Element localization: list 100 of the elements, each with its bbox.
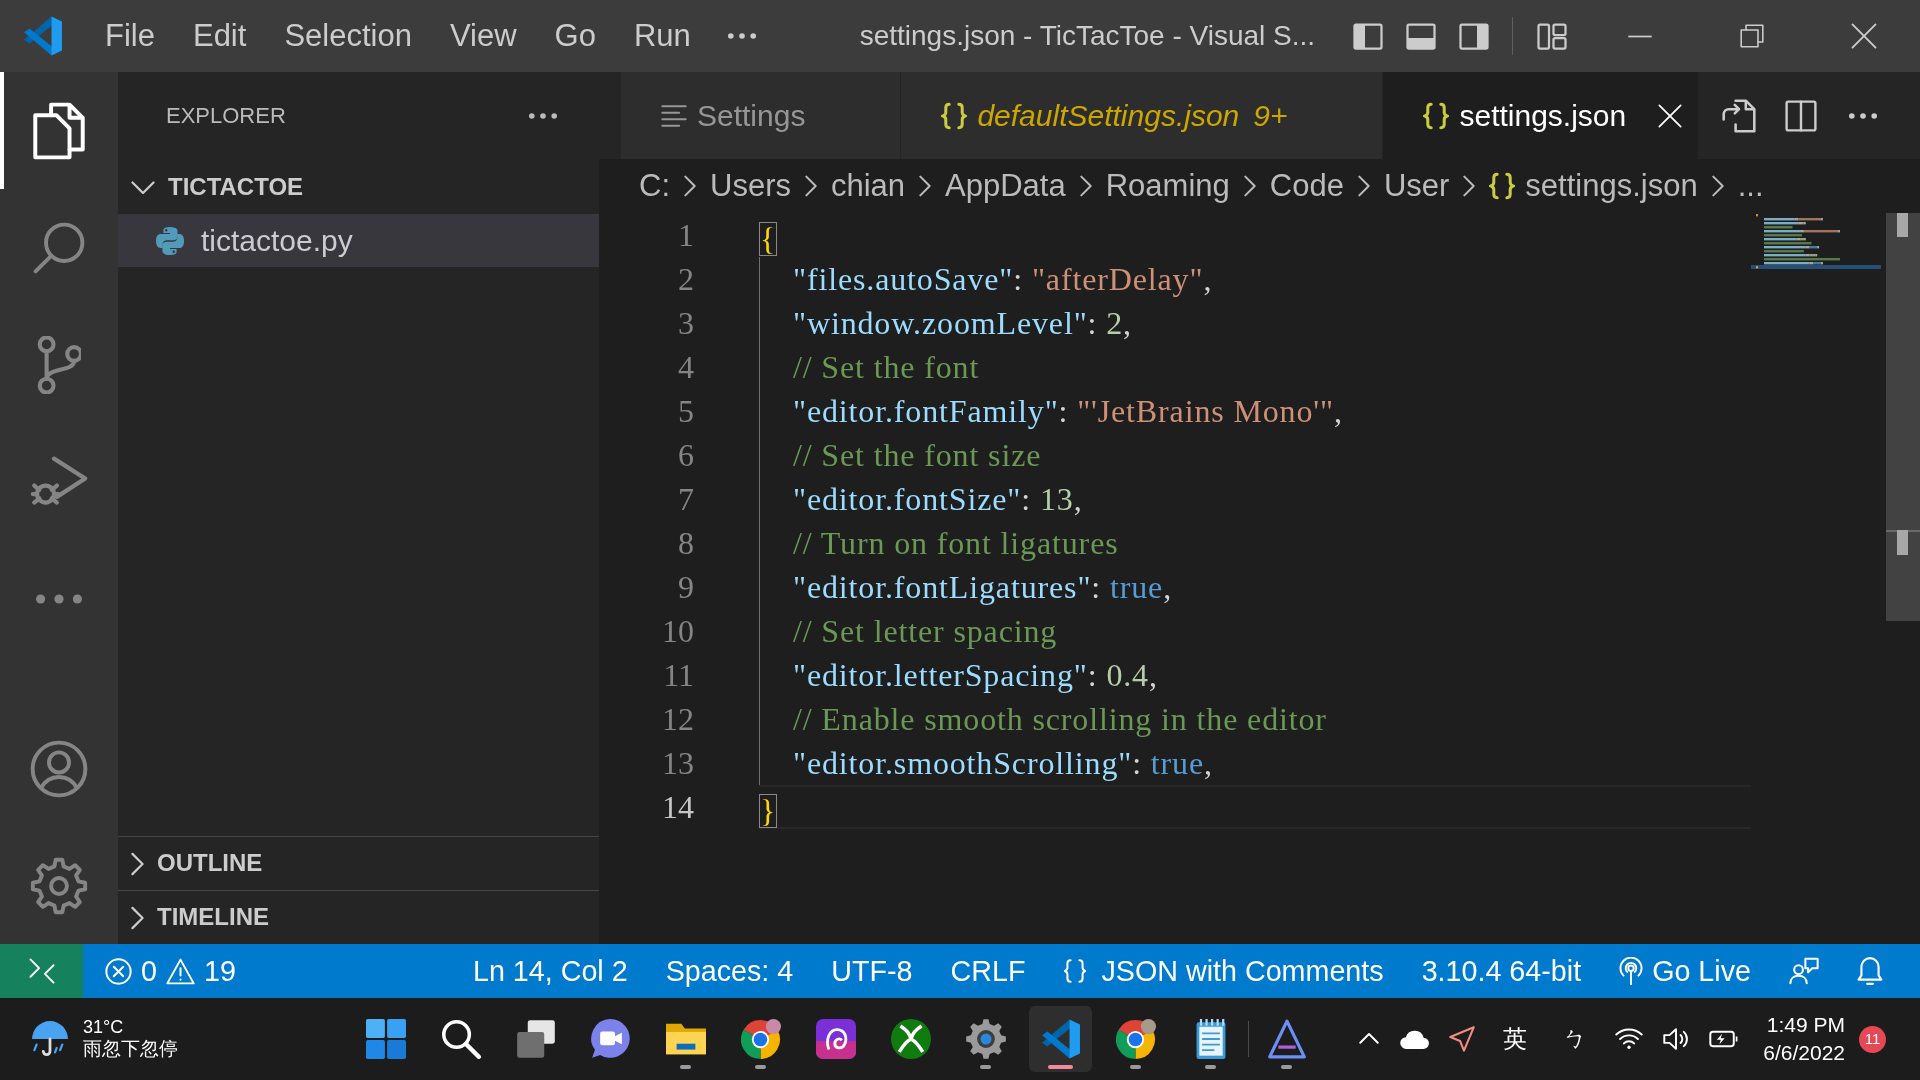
app-logo-icon[interactable]	[23, 16, 63, 56]
code-line: "editor.fontLigatures": true,	[793, 568, 1172, 607]
input-method-indicator[interactable]: 英	[1485, 1024, 1546, 1054]
breadcrumb-item[interactable]: Users	[710, 167, 791, 205]
split-editor-icon[interactable]	[1785, 99, 1817, 132]
breadcrumb-item[interactable]: chian	[830, 167, 906, 205]
interpreter-button[interactable]: 3.10.4 64-bit	[1402, 944, 1601, 998]
section-header[interactable]: OUTLINE	[118, 836, 599, 890]
line-number: 2	[677, 260, 694, 299]
scrollbar-thumb[interactable]	[1886, 213, 1920, 621]
error-icon	[105, 957, 132, 985]
battery-icon[interactable]	[1709, 1030, 1740, 1048]
indentation-button[interactable]: Spaces: 4	[646, 944, 813, 998]
line-number: 14	[661, 788, 694, 827]
panel-toggle-icon[interactable]	[1405, 22, 1436, 50]
braces-icon	[941, 101, 968, 130]
files-icon[interactable]	[32, 101, 86, 160]
app-tile-icon	[815, 1019, 856, 1059]
menu-item[interactable]: Go	[535, 17, 615, 55]
notification-badge[interactable]: 11	[1859, 1025, 1886, 1053]
taskbar-button[interactable]	[1029, 1006, 1092, 1072]
folder-item[interactable]: TICTACTOE	[118, 160, 599, 214]
tree-item[interactable]: tictactoe.py	[118, 214, 599, 267]
code-line: // Enable smooth scrolling in the editor	[793, 700, 1327, 739]
umbrella-rain-icon[interactable]	[31, 1020, 69, 1058]
language-mode-button[interactable]: JSON with Comments	[1044, 944, 1403, 998]
more-icon[interactable]	[529, 113, 557, 119]
speaker-icon[interactable]	[1663, 1028, 1690, 1050]
chevron-right-icon	[1711, 175, 1724, 197]
code-line: "editor.letterSpacing": 0.4,	[793, 656, 1158, 695]
breadcrumb-item[interactable]: ...	[1737, 167, 1764, 205]
settings-icon[interactable]	[30, 856, 88, 915]
code-editor-icon	[1040, 1019, 1081, 1059]
wifi-icon[interactable]	[1615, 1028, 1644, 1050]
editor-tab[interactable]: Settings	[621, 72, 902, 159]
menu-item[interactable]: View	[430, 17, 536, 55]
editor-tab[interactable]: defaultSettings.json 9+	[901, 72, 1384, 159]
menu-item[interactable]: Run	[614, 17, 710, 55]
restore-icon[interactable]	[1740, 24, 1764, 48]
breadcrumb-item[interactable]: C:	[639, 167, 670, 205]
breadcrumb-item[interactable]: AppData	[945, 167, 1066, 205]
encoding-button[interactable]: UTF-8	[812, 944, 932, 998]
line-ending-button[interactable]: CRLF	[931, 944, 1045, 998]
account-icon[interactable]	[30, 739, 88, 798]
line-number: 12	[661, 700, 694, 739]
go-live-button[interactable]: Go Live	[1600, 944, 1770, 998]
code-line: "window.zoomLevel": 2,	[793, 304, 1132, 343]
location-arrow-icon[interactable]	[1449, 1026, 1476, 1052]
code-line: // Set the font size	[793, 436, 1042, 475]
menu-item[interactable]: File	[86, 17, 174, 55]
code-line: "editor.smoothScrolling": true,	[793, 744, 1213, 783]
breadcrumb-item[interactable]: settings.json	[1489, 167, 1698, 205]
bell-icon[interactable]	[1857, 956, 1883, 986]
window-title: settings.json - TicTacToe - Visual S...	[858, 19, 1317, 53]
minimize-icon[interactable]	[1627, 34, 1653, 38]
clock-time[interactable]: 1:49 PM	[1766, 1011, 1845, 1039]
problems-button[interactable]: 0 19	[83, 944, 255, 998]
weather-temperature: 31°C	[83, 1016, 125, 1039]
breadcrumb-item[interactable]: User	[1383, 167, 1450, 205]
line-number: 8	[677, 524, 694, 563]
menu-item[interactable]: Edit	[173, 17, 266, 55]
code-line: "files.autoSave": "afterDelay",	[793, 260, 1213, 299]
clock-date[interactable]: 6/6/2022	[1763, 1039, 1845, 1067]
remote-icon	[28, 958, 55, 984]
browser-icon	[1115, 1019, 1156, 1059]
breadcrumb-item[interactable]: Code	[1269, 167, 1344, 205]
four-squares-icon	[365, 1019, 406, 1059]
editor-tab[interactable]: settings.json	[1383, 72, 1700, 159]
primary-sidebar-toggle-icon[interactable]	[1352, 22, 1383, 50]
more-icon[interactable]	[1849, 112, 1877, 119]
document-arrow-icon[interactable]	[1722, 98, 1756, 133]
menu-item[interactable]: Selection	[265, 17, 431, 55]
secondary-sidebar-toggle-icon[interactable]	[1458, 22, 1489, 50]
chevron-right-icon	[1357, 175, 1370, 197]
code-line: "editor.fontSize": 13,	[793, 480, 1083, 519]
more-icon[interactable]	[727, 33, 756, 39]
layout-icon[interactable]	[1536, 22, 1567, 50]
search-icon[interactable]	[33, 221, 85, 274]
code-line: // Turn on font ligatures	[793, 524, 1119, 563]
chevron-up-icon[interactable]	[1359, 1033, 1380, 1045]
breadcrumb-item[interactable]: Roaming	[1105, 167, 1230, 205]
cursor-position-button[interactable]: Ln 14, Col 2	[453, 944, 647, 998]
chevron-right-icon	[1079, 175, 1092, 197]
line-number: 7	[677, 480, 694, 519]
search-icon	[440, 1019, 481, 1059]
braces-icon	[1489, 172, 1516, 200]
close-icon[interactable]	[1851, 23, 1877, 49]
chevron-right-icon	[684, 175, 696, 197]
remote-button[interactable]	[0, 944, 83, 998]
input-method-indicator[interactable]: ㄅ	[1545, 1024, 1606, 1054]
chevron-right-icon	[919, 175, 932, 197]
warning-icon	[165, 957, 195, 985]
cloud-icon[interactable]	[1399, 1028, 1430, 1050]
weather-condition: 雨忽下忽停	[83, 1038, 178, 1062]
line-number: 11	[662, 656, 694, 695]
python-icon	[156, 226, 184, 255]
source-control-icon[interactable]	[37, 335, 81, 394]
code-line: // Set the font	[793, 348, 980, 387]
problem-count: 9+	[1253, 97, 1288, 134]
feedback-icon[interactable]	[1789, 957, 1819, 985]
